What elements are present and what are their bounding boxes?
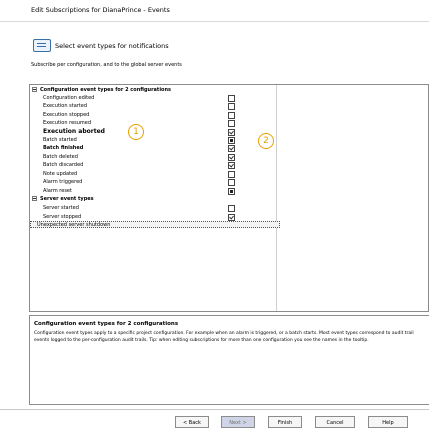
- collapse-icon[interactable]: [32, 87, 37, 92]
- header-subtitle: Subscribe per configuration, and to the …: [31, 62, 182, 68]
- event-type-tree[interactable]: Configuration event types for 2 configur…: [29, 84, 429, 312]
- tree-item-batch-discarded[interactable]: Batch discarded: [30, 161, 428, 169]
- tree-item-server-started[interactable]: Server started: [30, 204, 428, 212]
- tree-item-server-stopped[interactable]: Server stopped: [30, 213, 428, 221]
- tree-item-alarm-triggered[interactable]: Alarm triggered: [30, 178, 428, 186]
- tree-item-batch-deleted[interactable]: Batch deleted: [30, 153, 428, 161]
- cancel-button[interactable]: Cancel: [315, 416, 355, 428]
- tree-item-unexpected-shutdown[interactable]: Unexpected server shutdown: [30, 221, 280, 228]
- tree-item-alarm-reset[interactable]: Alarm reset: [30, 187, 428, 195]
- tree-item-note-updated[interactable]: Note updated: [30, 170, 428, 178]
- help-button[interactable]: Help: [368, 416, 408, 428]
- wizard-header: Select event types for notifications Sub…: [0, 22, 429, 74]
- back-button[interactable]: < Back: [175, 416, 209, 428]
- checkbox-checked[interactable]: [228, 129, 235, 136]
- checkbox[interactable]: [228, 205, 235, 212]
- checkbox-checked[interactable]: [228, 154, 235, 161]
- checkbox[interactable]: [228, 103, 235, 110]
- window-title: Edit Subscriptions for DianaPrince - Eve…: [31, 6, 170, 14]
- tree-item-batch-started[interactable]: Batch started: [30, 136, 428, 144]
- checkbox[interactable]: [228, 120, 235, 127]
- next-button[interactable]: Next >: [221, 416, 255, 428]
- checkbox-partial[interactable]: [228, 188, 235, 195]
- checkbox[interactable]: [228, 171, 235, 178]
- tree-item-execution-aborted[interactable]: Execution aborted: [30, 128, 428, 136]
- collapse-icon[interactable]: [32, 196, 37, 201]
- description-panel: Configuration event types for 2 configur…: [29, 315, 429, 405]
- finish-button[interactable]: Finish: [268, 416, 302, 428]
- checkbox[interactable]: [228, 95, 235, 102]
- checkbox-checked[interactable]: [228, 145, 235, 152]
- checkbox-checked[interactable]: [228, 214, 235, 221]
- title-bar: Edit Subscriptions for DianaPrince - Eve…: [0, 0, 429, 22]
- header-title: Select event types for notifications: [55, 42, 169, 50]
- checkbox-checked[interactable]: [228, 162, 235, 169]
- description-text: Configuration event types apply to a spe…: [34, 331, 414, 343]
- tree-group-configuration[interactable]: Configuration event types for 2 configur…: [30, 86, 428, 94]
- callout-badge-2: 2: [258, 133, 274, 149]
- tree-item-execution-started[interactable]: Execution started: [30, 102, 428, 110]
- checkbox-partial[interactable]: [228, 137, 235, 144]
- checkbox[interactable]: [228, 179, 235, 186]
- tree-item-execution-stopped[interactable]: Execution stopped: [30, 111, 428, 119]
- wizard-footer: < Back Next > Finish Cancel Help: [0, 409, 429, 432]
- notification-icon: [33, 39, 51, 52]
- callout-badge-1: 1: [128, 124, 144, 140]
- checkbox[interactable]: [228, 112, 235, 119]
- tree-item-execution-resumed[interactable]: Execution resumed: [30, 119, 428, 127]
- tree-item-configuration-edited[interactable]: Configuration edited: [30, 94, 428, 102]
- description-title: Configuration event types for 2 configur…: [34, 321, 179, 327]
- tree-item-batch-finished[interactable]: Batch finished: [30, 144, 428, 152]
- tree-group-server[interactable]: Server event types: [30, 195, 428, 203]
